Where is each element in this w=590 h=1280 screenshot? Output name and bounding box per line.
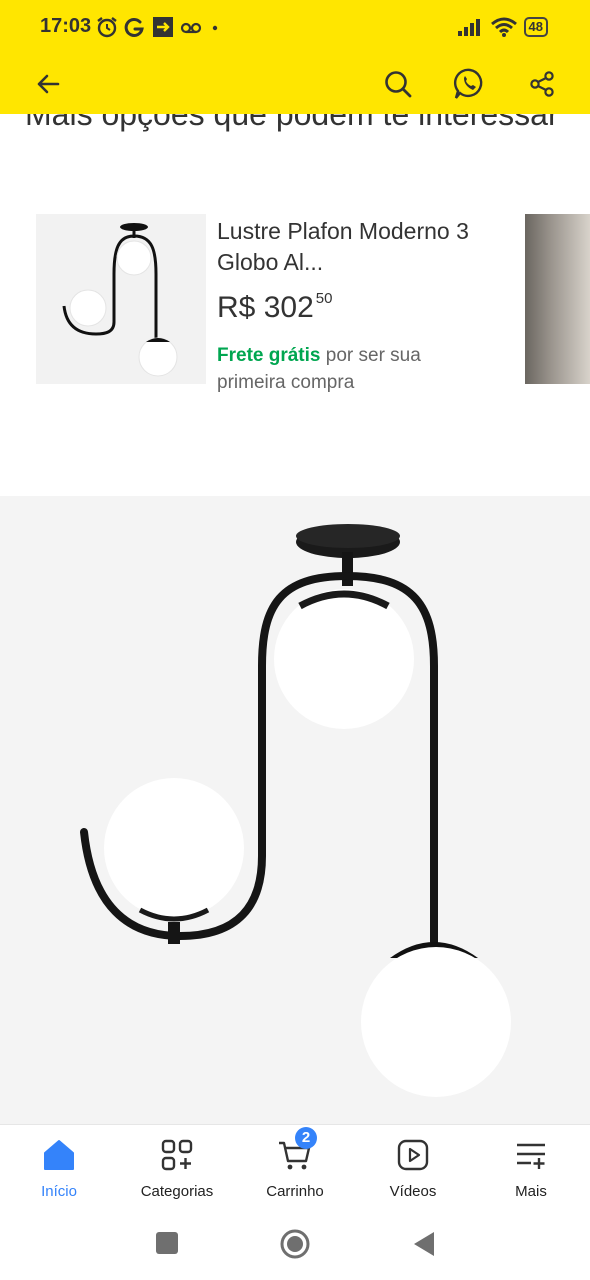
categories-icon xyxy=(161,1139,193,1171)
product-price: R$ 302 50 xyxy=(217,290,332,325)
shipping-info: Frete grátis por ser sua primeira compra xyxy=(217,342,477,396)
free-shipping-label: Frete grátis xyxy=(217,345,321,366)
product-title[interactable]: Lustre Plafon Moderno 3 Globo Al... xyxy=(217,216,507,278)
whatsapp-button[interactable] xyxy=(450,64,490,104)
nav-label-categorias: Categorias xyxy=(140,1183,214,1200)
price-cents: 50 xyxy=(315,290,333,307)
whatsapp-icon xyxy=(453,68,483,99)
product-thumbnail[interactable] xyxy=(36,214,206,384)
signal-icon xyxy=(457,19,480,36)
app-bar xyxy=(0,54,590,110)
back-button[interactable] xyxy=(28,64,68,104)
voicemail-icon xyxy=(180,22,202,34)
share-button[interactable] xyxy=(522,64,562,104)
status-time: 17:03 xyxy=(40,15,92,37)
square-icon xyxy=(156,1232,178,1254)
price-integer: 302 xyxy=(263,291,314,324)
arrow-left-icon xyxy=(37,74,60,94)
alarm-icon xyxy=(97,17,117,38)
top-bar: 17:03 48 xyxy=(0,0,590,114)
status-system-icons: 48 xyxy=(456,14,548,40)
g-app-icon xyxy=(124,17,144,37)
price-currency: R$ xyxy=(217,291,256,324)
nav-label-mais: Mais xyxy=(515,1183,547,1200)
status-bar: 17:03 48 xyxy=(0,0,590,54)
bottom-navigation: Início Categorias 2 Carrinho Vídeos Mais xyxy=(0,1124,590,1213)
status-notifications xyxy=(96,14,222,40)
nav-label-inicio: Início xyxy=(41,1183,77,1200)
nav-label-videos: Vídeos xyxy=(389,1183,437,1200)
back-system-button[interactable] xyxy=(412,1231,436,1262)
product-card[interactable]: Lustre Plafon Moderno 3 Globo Al... R$ 3… xyxy=(36,214,516,393)
nav-item-inicio[interactable]: Início xyxy=(4,1137,114,1207)
search-icon xyxy=(385,71,412,98)
search-button[interactable] xyxy=(378,64,418,104)
wifi-icon xyxy=(490,17,517,37)
dot-icon xyxy=(212,25,218,31)
triangle-back-icon xyxy=(414,1232,434,1256)
home-system-button[interactable] xyxy=(280,1229,310,1264)
cart-badge: 2 xyxy=(295,1127,317,1149)
video-icon xyxy=(397,1139,429,1171)
battery-icon: 48 xyxy=(523,17,548,37)
product-hero-image[interactable] xyxy=(0,496,590,1124)
nav-item-videos[interactable]: Vídeos xyxy=(358,1137,468,1207)
nav-label-carrinho: Carrinho xyxy=(266,1183,324,1200)
nav-item-carrinho[interactable]: 2 Carrinho xyxy=(240,1127,350,1207)
menu-icon xyxy=(517,1143,545,1169)
login-arrow-icon xyxy=(153,17,173,37)
recents-button[interactable] xyxy=(156,1232,178,1259)
system-navigation-bar xyxy=(0,1212,590,1280)
share-icon xyxy=(530,71,554,97)
circle-icon xyxy=(280,1229,310,1259)
home-icon xyxy=(44,1140,74,1170)
next-product-card-peek[interactable] xyxy=(525,214,590,384)
nav-item-mais[interactable]: Mais xyxy=(476,1137,586,1207)
nav-item-categorias[interactable]: Categorias xyxy=(122,1137,232,1207)
